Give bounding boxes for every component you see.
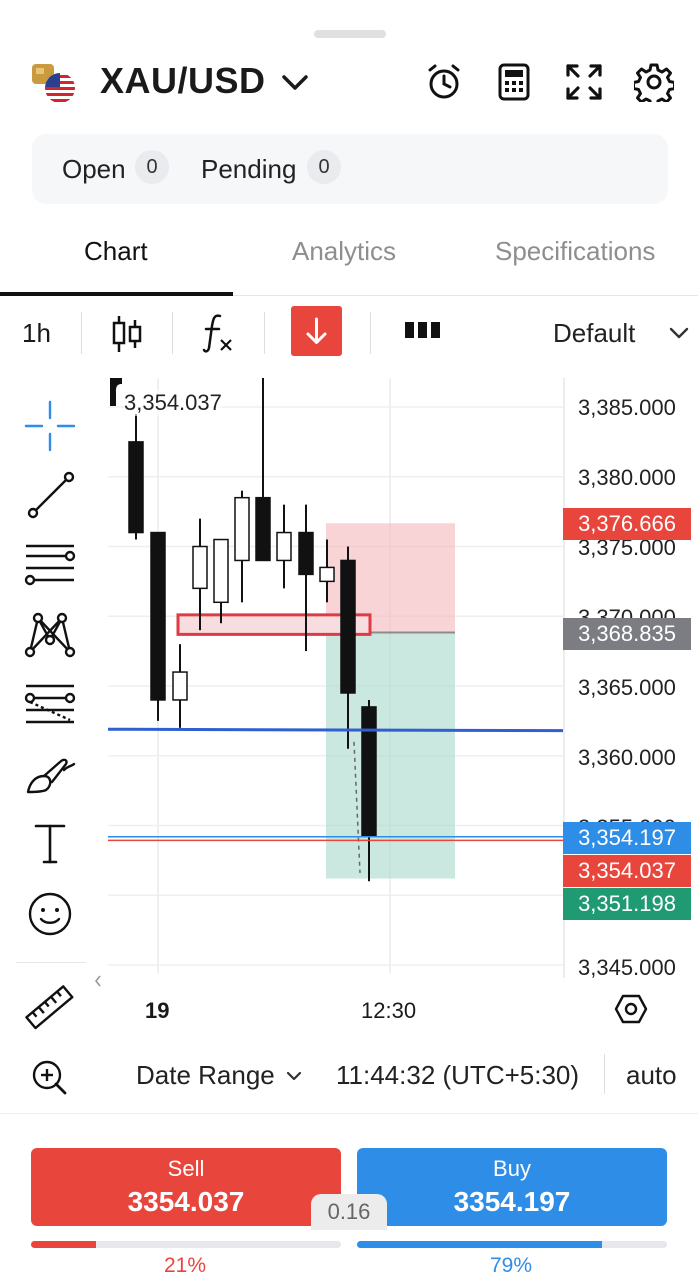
y-axis-label: 3,365.000 [578,675,676,700]
gear-icon[interactable] [634,62,674,102]
trendline-icon[interactable] [22,468,78,524]
candle-body [340,559,356,694]
symbol-name[interactable]: XAU/USD [100,60,266,102]
sell-arrow-icon [306,317,327,344]
text-icon[interactable] [22,816,78,872]
y-axis-label: 3,380.000 [578,465,676,490]
sell-button[interactable]: Sell 3354.037 [31,1148,341,1226]
fib-icon[interactable] [22,678,78,734]
candle-body [298,531,314,576]
emoji-icon[interactable] [22,886,78,942]
pending-orders-label[interactable]: Pending [201,154,296,185]
toolbar-separator [370,312,371,354]
date-range-selector[interactable]: Date Range [136,1060,275,1091]
x-axis-label: 12:30 [361,998,417,1023]
chart-edge-marker [110,378,122,406]
candle-body [255,496,271,562]
toolbar-separator [81,312,82,354]
buy-percentage: 79% [490,1254,533,1277]
x-axis-label: 19 [145,998,170,1023]
tab-specifications[interactable]: Specifications [495,236,655,267]
header: XAU/USD [0,52,698,122]
candle-body [213,538,229,604]
sell-sentiment-fill [31,1241,97,1248]
pending-orders-count: 0 [307,150,341,184]
tools-divider [16,962,86,963]
buy-button[interactable]: Buy 3354.197 [357,1148,667,1226]
stop-loss-price-tag: 3,376.666 [563,508,691,540]
open-orders-label[interactable]: Open [62,154,126,185]
orders-summary: Open 0 Pending 0 [32,134,668,204]
candle-body [192,545,208,590]
toolbar-separator [172,312,173,354]
candle-body [361,706,377,838]
horizontal-lines-icon[interactable] [22,538,78,594]
collapse-tools-icon[interactable] [92,972,104,990]
candle-body [128,441,144,534]
buy-sentiment-bar [357,1241,667,1248]
coin-flag-icon [32,64,75,103]
buy-price: 3354.197 [453,1186,571,1217]
candle-body [276,531,292,562]
buy-price-tag: 3,354.197 [563,822,691,854]
pattern-icon[interactable] [22,606,78,662]
candle-body [234,496,250,562]
take-profit-price-tag: 3,351.198 [563,888,691,920]
y-axis-label: 3,360.000 [578,745,676,770]
calculator-icon[interactable] [494,62,534,102]
zoom-in-icon[interactable] [30,1058,70,1098]
crosshair-icon[interactable] [22,398,78,454]
chart-footer: Date Range 11:44:32 (UTC+5:30) auto [0,1040,698,1110]
spread-badge: 0.16 [311,1194,387,1230]
entry-price-tag: 3,368.835 [563,618,691,650]
y-axis-label: 3,385.000 [578,395,676,420]
auto-scale-toggle[interactable]: auto [626,1060,677,1091]
sell-order-button[interactable] [291,306,342,356]
candlestick-icon[interactable] [110,314,144,354]
sell-sentiment-bar [31,1241,341,1248]
interval-selector[interactable]: 1h [22,318,51,349]
footer-divider [0,1113,698,1114]
candle-body [319,566,335,583]
tab-chart[interactable]: Chart [84,236,148,267]
horizontal-level-line [108,727,564,733]
sell-label: Sell [167,1156,205,1181]
buy-sentiment-fill [357,1241,602,1248]
chevron-down-icon[interactable] [278,68,312,98]
brush-icon[interactable] [22,748,78,804]
toolbar-separator [264,312,265,354]
footer-separator [604,1054,605,1094]
chart-settings-hex-icon[interactable] [614,993,648,1025]
open-orders-count: 0 [135,150,169,184]
bars-icon[interactable] [404,320,442,340]
chart-clock[interactable]: 11:44:32 (UTC+5:30) [336,1060,579,1091]
crosshair-price-label: 3,354.037 [124,390,222,416]
active-tab-indicator [0,292,233,296]
chevron-down-icon[interactable] [285,1070,303,1082]
fullscreen-icon[interactable] [564,62,604,102]
sell-price-tag: 3,354.037 [563,855,691,887]
buy-label: Buy [493,1156,531,1181]
alarm-clock-icon[interactable] [424,62,464,102]
y-axis-label: 3,345.000 [578,955,676,980]
sheet-grabber[interactable] [314,30,386,38]
sell-price: 3354.037 [127,1186,245,1217]
function-icon[interactable] [202,312,234,354]
ruler-icon[interactable] [22,980,78,1036]
tab-analytics[interactable]: Analytics [292,236,396,267]
candle-body [172,671,188,701]
chevron-down-icon[interactable] [668,326,690,340]
candle-body [150,531,166,701]
chart-toolbar: 1h Default [0,300,698,366]
template-selector[interactable]: Default [553,318,635,349]
sell-percentage: 21% [164,1254,207,1277]
